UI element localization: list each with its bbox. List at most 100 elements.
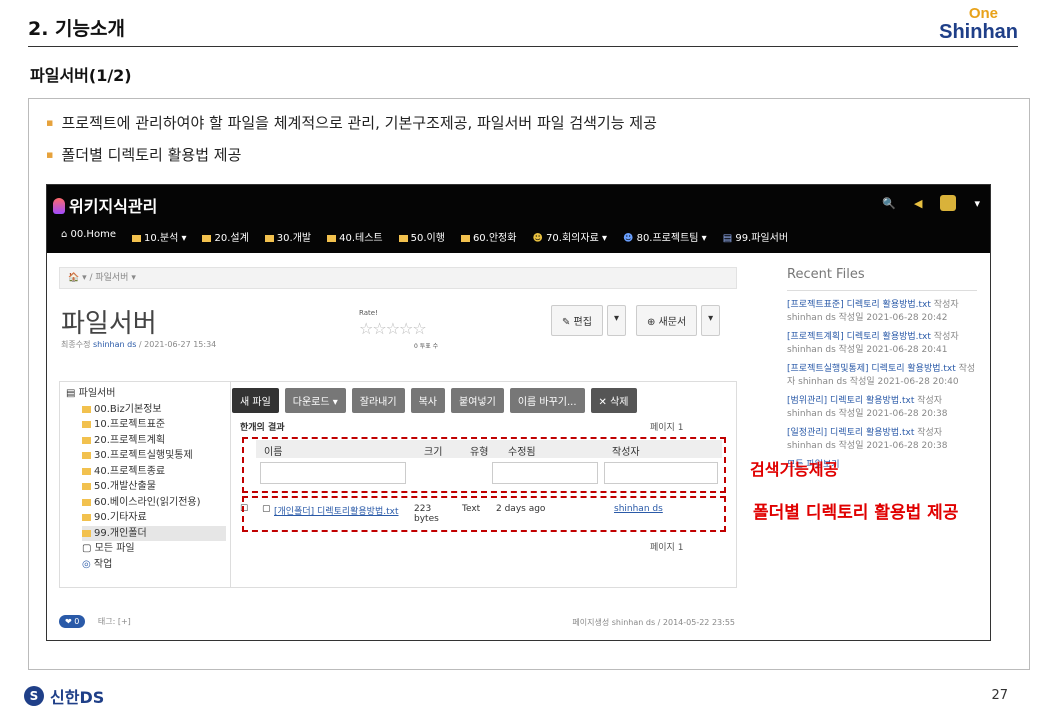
folder-icon: [460, 235, 470, 242]
slide-subtitle: 파일서버(1/2): [30, 66, 132, 85]
new-file-button[interactable]: 새 파일: [232, 388, 279, 413]
menu-item-home[interactable]: ⌂ 00.Home: [61, 229, 116, 244]
tree-item[interactable]: 40.프로젝트종료: [66, 464, 226, 480]
page-number: 27: [991, 688, 1008, 703]
menu-item-team[interactable]: ☻ 80.프로젝트팀 ▾: [623, 229, 707, 244]
like-button[interactable]: ❤ 0: [59, 615, 86, 628]
search-annotation: 검색기능제공: [750, 460, 839, 479]
folder-icon: [82, 467, 91, 475]
menu-label: 50.이행: [410, 233, 445, 244]
chevron-down-icon: ▾: [613, 313, 619, 324]
app-brand[interactable]: 위키지식관리: [53, 193, 157, 217]
new-document-dropdown-button[interactable]: ▾: [701, 305, 721, 336]
breadcrumb[interactable]: 🏠 ▾ / 파일서버 ▾: [59, 267, 737, 289]
people-icon: ☻: [532, 233, 547, 244]
page-meta: 최종수정 shinhan ds / 2021-06-27 15:34: [61, 339, 216, 350]
cut-button[interactable]: 잘라내기: [351, 388, 405, 413]
file-icon: ▤: [722, 233, 736, 244]
footer-logo-text: 신한DS: [50, 688, 105, 707]
recent-files-panel: Recent Files [프로젝트표준] 디렉토리 활용방법.txt 작성자 …: [787, 267, 977, 478]
tree-label: 10.프로젝트표준: [94, 419, 166, 430]
rate-label: Rate!: [359, 309, 378, 317]
tree-root[interactable]: ▤ 파일서버: [66, 386, 226, 402]
chevron-down-icon: ▾: [708, 313, 714, 324]
tree-label: 파일서버: [78, 388, 116, 399]
folder-icon: [82, 483, 91, 490]
bullet-item: 폴더별 디렉토리 활용법 제공: [46, 140, 657, 172]
edit-button[interactable]: ✎ 편집: [551, 305, 603, 336]
folder-icon: [131, 235, 141, 242]
tree-item[interactable]: ▢ 모든 파일: [66, 541, 226, 557]
recent-file-item: [일정관리] 디렉토리 활용방법.txt 작성자 shinhan ds 작성일 …: [787, 427, 977, 453]
footer-meta: 페이지생성 shinhan ds / 2014-05-22 23:55: [572, 618, 735, 627]
tree-item[interactable]: ◎ 작업: [66, 557, 226, 573]
tree-item[interactable]: 90.기타자료: [66, 510, 226, 526]
pagination-bottom[interactable]: 페이지 1: [650, 540, 683, 553]
recent-file-item: [프로젝트계획] 디렉토리 활용방법.txt 작성자 shinhan ds 작성…: [787, 331, 977, 357]
copy-button[interactable]: 복사: [410, 388, 445, 413]
main-content: 🏠 ▾ / 파일서버 ▾ 파일서버 최종수정 shinhan ds / 2021…: [59, 267, 737, 588]
folder-icon: [264, 235, 274, 242]
rename-button[interactable]: 이름 바꾸기...: [509, 388, 585, 413]
recent-file-link[interactable]: [프로젝트실행및통제] 디렉토리 활용방법.txt: [787, 364, 956, 374]
person-icon: ☻: [622, 233, 637, 244]
menu-label: 30.개발: [276, 233, 312, 244]
paste-button[interactable]: 붙여넣기: [451, 388, 504, 413]
tree-item[interactable]: 30.프로젝트실행및통제: [66, 448, 226, 464]
folder-icon: [82, 421, 91, 428]
pane-divider[interactable]: [230, 382, 231, 587]
file-toolbar: 새 파일 다운로드 ▾ 잘라내기 복사 붙여넣기 이름 바꾸기... ✕ 삭제: [232, 388, 637, 413]
tree-label: 작업: [93, 558, 113, 570]
meta-user-link[interactable]: shinhan ds: [93, 340, 136, 349]
delete-button[interactable]: ✕ 삭제: [590, 388, 637, 413]
bullet-list: 프로젝트에 관리하여야 할 파일을 체계적으로 관리, 기본구조제공, 파일서버…: [46, 108, 657, 172]
brand-label: 위키지식관리: [69, 197, 158, 216]
tree-item[interactable]: 60.베이스라인(읽기전용): [66, 495, 226, 511]
folder-icon: [327, 235, 337, 242]
tree-item[interactable]: 00.Biz기본정보: [66, 402, 226, 418]
menu-label: 80.프로젝트팀 ▾: [636, 233, 707, 244]
search-icon[interactable]: 🔍: [882, 197, 896, 210]
slide: 2. 기능소개 One Shinhan 파일서버(1/2) 프로젝트에 관리하여…: [0, 0, 1040, 720]
menu-item-analysis[interactable]: 10.분석 ▾: [131, 229, 186, 244]
folder-icon: [82, 405, 91, 413]
chevron-down-icon[interactable]: ▾: [974, 197, 980, 210]
tree-label: 50.개발산출물: [94, 481, 156, 492]
pagination-top[interactable]: 페이지 1: [650, 420, 683, 433]
menu-label: 20.설계: [214, 233, 249, 244]
menu-item-design[interactable]: 20.설계: [202, 229, 249, 244]
recent-file-link[interactable]: [일정관리] 디렉토리 활용방법.txt: [787, 428, 914, 438]
title-rule: [28, 46, 1018, 47]
avatar[interactable]: [940, 195, 957, 211]
recent-file-link[interactable]: [프로젝트표준] 디렉토리 활용방법.txt: [787, 300, 931, 310]
menu-item-test[interactable]: 40.테스트: [327, 229, 383, 244]
folder-icon: [82, 436, 91, 444]
megaphone-icon[interactable]: ◀: [914, 197, 922, 210]
divider: [787, 290, 977, 291]
tree-label: 20.프로젝트계획: [94, 434, 166, 446]
download-button[interactable]: 다운로드 ▾: [284, 388, 346, 413]
star-rating[interactable]: ☆☆☆☆☆: [359, 319, 427, 338]
menu-item-migration[interactable]: 50.이행: [398, 229, 445, 244]
meta-prefix: 최종수정: [61, 340, 91, 349]
recent-file-link[interactable]: [범위관리] 디렉토리 활용방법.txt: [787, 396, 914, 406]
tree-item[interactable]: 10.프로젝트표준: [66, 417, 226, 433]
tags-label[interactable]: 태그: [+]: [98, 617, 131, 626]
menu-item-stabilize[interactable]: 60.안정화: [460, 229, 516, 244]
edit-dropdown-button[interactable]: ▾: [606, 305, 626, 336]
tree-label: 30.프로젝트실행및통제: [94, 450, 193, 461]
new-document-button[interactable]: ⊕ 새문서: [636, 305, 698, 336]
tree-item[interactable]: 50.개발산출물: [66, 479, 226, 495]
directory-highlight-box: [242, 496, 726, 532]
menu-item-meetings[interactable]: ☻ 70.회의자료 ▾: [532, 229, 607, 244]
menu-item-dev[interactable]: 30.개발: [264, 229, 312, 244]
top-navbar: 위키지식관리 🔍 ◀ ▾ ⌂ 00.Home 10.분석 ▾ 20.설계 30.…: [47, 185, 990, 253]
tree-item-selected[interactable]: 99.개인폴더: [82, 525, 226, 541]
recent-file-link[interactable]: [프로젝트계획] 디렉토리 활용방법.txt: [787, 332, 931, 342]
menu-label: 70.회의자료 ▾: [546, 233, 607, 244]
tree-item[interactable]: 20.프로젝트계획: [66, 433, 226, 449]
logo-shinhan: Shinhan: [939, 21, 1018, 43]
menu-item-fileserver[interactable]: ▤ 99.파일서버: [723, 229, 788, 244]
tree-label: 모든 파일: [94, 543, 135, 554]
shinhan-s-icon: S: [24, 686, 44, 706]
